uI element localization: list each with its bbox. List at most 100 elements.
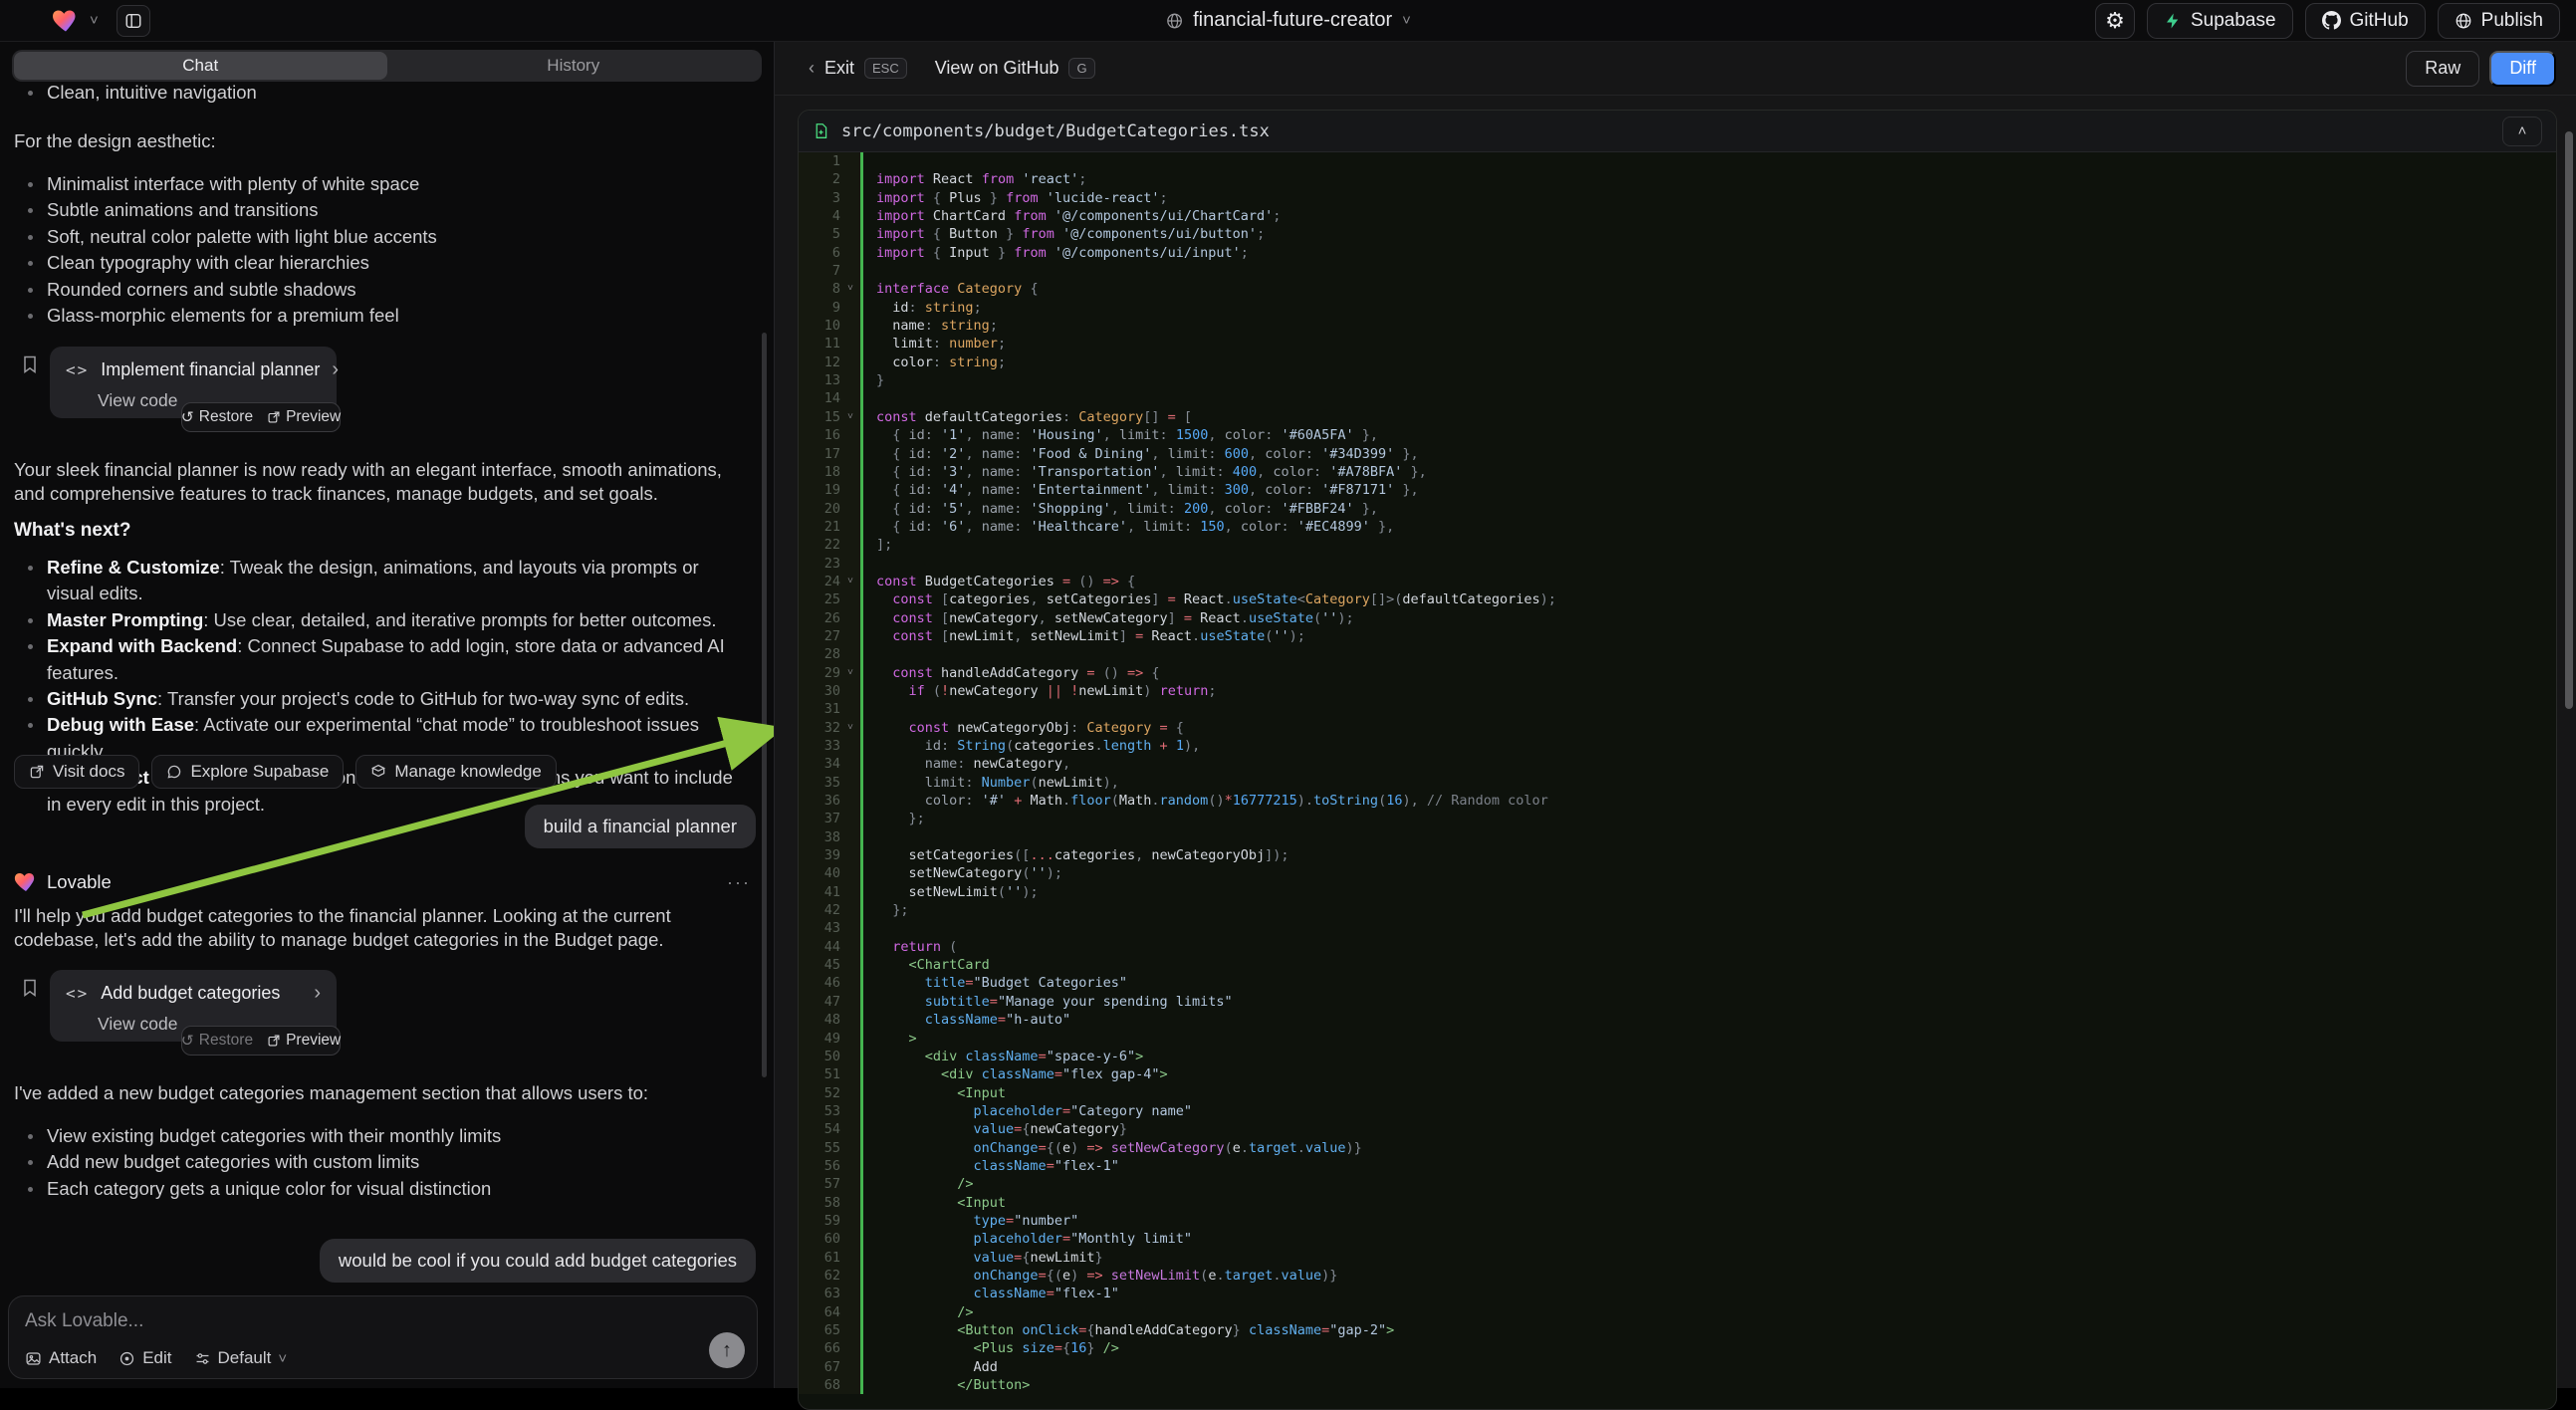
preview-button[interactable]: Preview [267,408,341,426]
line-number: 14 [799,389,840,407]
fold-toggle-icon[interactable]: ˅ [840,664,860,682]
fold-toggle-icon [840,1102,860,1120]
supabase-button[interactable]: Supabase [2147,3,2293,39]
code-scrollbar-thumb[interactable] [2565,131,2573,709]
github-button[interactable]: GitHub [2305,3,2426,39]
chat-panel: Chat History Clean, intuitive navigation… [0,42,774,1388]
top-bar: ˅ financial-future-creator ˅ ⚙ Supabase [0,0,2576,42]
lovable-logo-icon[interactable] [52,7,80,35]
raw-toggle-button[interactable]: Raw [2406,51,2479,87]
code-line: 20 { id: '5', name: 'Shopping', limit: 2… [799,500,2556,518]
code-line: 51 <div className="flex gap-4"> [799,1065,2556,1083]
code-text [863,700,876,718]
line-number: 62 [799,1267,840,1285]
exit-button[interactable]: ‹ Exit esc [809,58,907,79]
fold-toggle-icon [840,1249,860,1267]
fold-toggle-icon[interactable]: ˅ [840,280,860,298]
explore-supabase-button[interactable]: Explore Supabase [151,755,344,789]
fold-toggle-icon [840,152,860,170]
code-text: value={newLimit} [863,1249,1103,1267]
code-line: 3import { Plus } from 'lucide-react'; [799,189,2556,207]
fold-toggle-icon[interactable]: ˅ [840,573,860,590]
visit-docs-button[interactable]: Visit docs [14,755,139,789]
code-text [863,645,876,663]
fold-toggle-icon[interactable]: ˅ [840,408,860,426]
fold-toggle-icon [840,755,860,773]
code-line: 24˅const BudgetCategories = () => { [799,573,2556,590]
code-text: { id: '4', name: 'Entertainment', limit:… [863,481,1419,499]
line-number: 51 [799,1065,840,1083]
restore-button[interactable]: ↺ Restore [181,1032,253,1051]
code-line: 7 [799,262,2556,280]
file-header[interactable]: src/components/budget/BudgetCategories.t… [799,111,2556,152]
code-text: }; [863,810,925,827]
collapse-file-button[interactable]: ˄ [2502,117,2542,146]
bookmark-icon[interactable] [20,978,40,998]
attach-label: Attach [49,1348,97,1368]
project-switcher[interactable]: financial-future-creator ˅ [1165,9,1411,32]
code-line: 4import ChartCard from '@/components/ui/… [799,207,2556,225]
line-number: 63 [799,1285,840,1302]
send-button[interactable]: ↑ [709,1332,745,1368]
code-line: 44 return ( [799,938,2556,956]
fold-toggle-icon [840,371,860,389]
ready-text: Your sleek financial planner is now read… [14,458,751,505]
visit-docs-label: Visit docs [53,762,124,782]
attach-button[interactable]: Attach [25,1348,97,1368]
preview-button[interactable]: Preview [267,1032,341,1050]
code-line: 36 color: '#' + Math.floor(Math.random()… [799,792,2556,810]
code-text: interface Category { [863,280,1039,298]
logo-menu-chevron-icon[interactable]: ˅ [90,12,99,29]
code-text: <Input [863,1084,1006,1102]
toggle-sidebar-button[interactable] [117,5,150,37]
chat-input-card: Attach Edit Default ˅ ↑ [8,1295,758,1379]
line-number: 50 [799,1048,840,1065]
code-text [863,389,876,407]
tab-chat[interactable]: Chat [14,52,387,80]
line-number: 21 [799,518,840,536]
code-text: import { Button } from '@/components/ui/… [863,225,1265,243]
edit-mode-button[interactable]: Edit [118,1348,171,1368]
line-number: 55 [799,1139,840,1157]
fold-toggle-icon [840,864,860,882]
diff-toggle-button[interactable]: Diff [2489,51,2556,87]
line-number: 44 [799,938,840,956]
fold-toggle-icon[interactable]: ˅ [840,719,860,737]
restore-label: Restore [199,1032,253,1050]
assistant-header: Lovable ··· [14,870,751,894]
tab-history[interactable]: History [387,52,761,80]
fold-toggle-icon [840,883,860,901]
code-view-panel: ‹ Exit esc View on GitHub G Raw Diff src… [774,42,2576,1388]
fold-toggle-icon [840,737,860,755]
message-menu-button[interactable]: ··· [727,872,751,893]
assistant-help-text: I'll help you add budget categories to t… [14,904,751,951]
fold-toggle-icon [840,262,860,280]
code-text: > [863,1030,917,1048]
bookmark-icon[interactable] [20,354,40,374]
line-number: 34 [799,755,840,773]
manage-knowledge-button[interactable]: Manage knowledge [355,755,556,789]
code-line: 29˅ const handleAddCategory = () => { [799,664,2556,682]
code-line: 9 id: string; [799,299,2556,317]
line-number: 64 [799,1303,840,1321]
code-text: import { Input } from '@/components/ui/i… [863,244,1249,262]
settings-button[interactable]: ⚙ [2095,3,2135,39]
mode-selector[interactable]: Default ˅ [194,1348,288,1368]
chat-scrollbar-thumb[interactable] [762,333,767,1077]
line-number: 16 [799,426,840,444]
code-line: 10 name: string; [799,317,2556,335]
restore-button[interactable]: ↺ Restore [181,408,253,427]
fold-toggle-icon [840,426,860,444]
view-on-github-button[interactable]: View on GitHub G [935,58,1095,79]
publish-button[interactable]: Publish [2438,3,2560,39]
knowledge-box-icon [370,764,386,780]
line-number: 18 [799,463,840,481]
code-line: 35 limit: Number(newLimit), [799,774,2556,792]
line-number: 4 [799,207,840,225]
external-link-icon [267,1034,281,1048]
code-line: 13} [799,371,2556,389]
chat-input[interactable] [25,1310,741,1338]
gear-icon: ⚙ [2105,8,2125,34]
code-text: import { Plus } from 'lucide-react'; [863,189,1168,207]
code-text: <div className="space-y-6"> [863,1048,1143,1065]
